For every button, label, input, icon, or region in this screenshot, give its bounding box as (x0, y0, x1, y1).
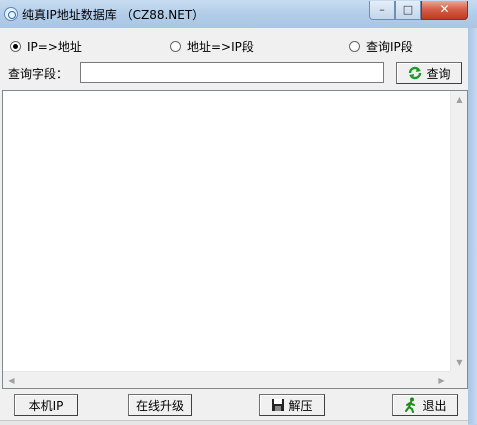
app-icon[interactable] (4, 7, 18, 21)
running-man-icon (403, 397, 419, 413)
query-button[interactable]: 查询 (396, 62, 462, 84)
scroll-down-arrow-icon[interactable]: ▼ (451, 354, 468, 371)
horizontal-scrollbar[interactable]: ◀ ▶ (3, 371, 450, 388)
radio-query-ip-range-label: 查询IP段 (366, 39, 413, 54)
window-frame-right (468, 28, 477, 424)
radio-query-ip-range-indicator[interactable] (349, 40, 360, 52)
exit-button[interactable]: 退出 (392, 394, 458, 416)
vertical-scrollbar[interactable]: ▲ ▼ (450, 91, 467, 371)
scroll-left-arrow-icon[interactable]: ◀ (3, 372, 20, 389)
local-ip-button-label: 本机IP (28, 398, 64, 413)
radio-ip-to-address-indicator[interactable] (10, 40, 21, 52)
query-input[interactable] (80, 62, 384, 83)
local-ip-button[interactable]: 本机IP (14, 394, 78, 416)
online-upgrade-button[interactable]: 在线升级 (128, 394, 192, 416)
results-textarea[interactable]: ▲ ▼ ◀ ▶ (2, 90, 468, 389)
client-area: IP=>地址 地址=>IP段 查询IP段 查询字段： 查询 ▲ ▼ ◀ ▶ 本机… (0, 28, 468, 425)
window-title: 纯真IP地址数据库 （CZ88.NET） (22, 8, 205, 22)
radio-address-to-ip-range-indicator[interactable] (170, 40, 181, 52)
save-disk-icon (271, 398, 285, 412)
scrollbar-corner (450, 371, 467, 388)
refresh-icon (407, 65, 423, 81)
scroll-up-arrow-icon[interactable]: ▲ (451, 91, 468, 108)
status-bar (0, 420, 468, 425)
radio-ip-to-address[interactable]: IP=>地址 (10, 38, 82, 54)
maximize-button[interactable]: □ (395, 1, 421, 20)
online-upgrade-button-label: 在线升级 (135, 398, 184, 413)
query-field-label: 查询字段： (8, 67, 69, 81)
extract-button-label: 解压 (288, 398, 313, 413)
radio-query-ip-range[interactable]: 查询IP段 (349, 38, 413, 54)
minimize-button[interactable]: – (369, 1, 395, 20)
title-bar[interactable]: 纯真IP地址数据库 （CZ88.NET） – □ ✕ (0, 0, 477, 28)
radio-ip-to-address-label: IP=>地址 (27, 39, 82, 54)
radio-address-to-ip-range-label: 地址=>IP段 (187, 39, 254, 54)
query-button-label: 查询 (426, 66, 451, 81)
app-window: 纯真IP地址数据库 （CZ88.NET） – □ ✕ IP=>地址 地址=>IP… (0, 0, 477, 425)
extract-button[interactable]: 解压 (259, 394, 325, 416)
results-text (3, 91, 467, 95)
scroll-right-arrow-icon[interactable]: ▶ (433, 372, 450, 389)
radio-address-to-ip-range[interactable]: 地址=>IP段 (170, 38, 254, 54)
close-button[interactable]: ✕ (421, 1, 468, 20)
exit-button-label: 退出 (422, 398, 447, 413)
